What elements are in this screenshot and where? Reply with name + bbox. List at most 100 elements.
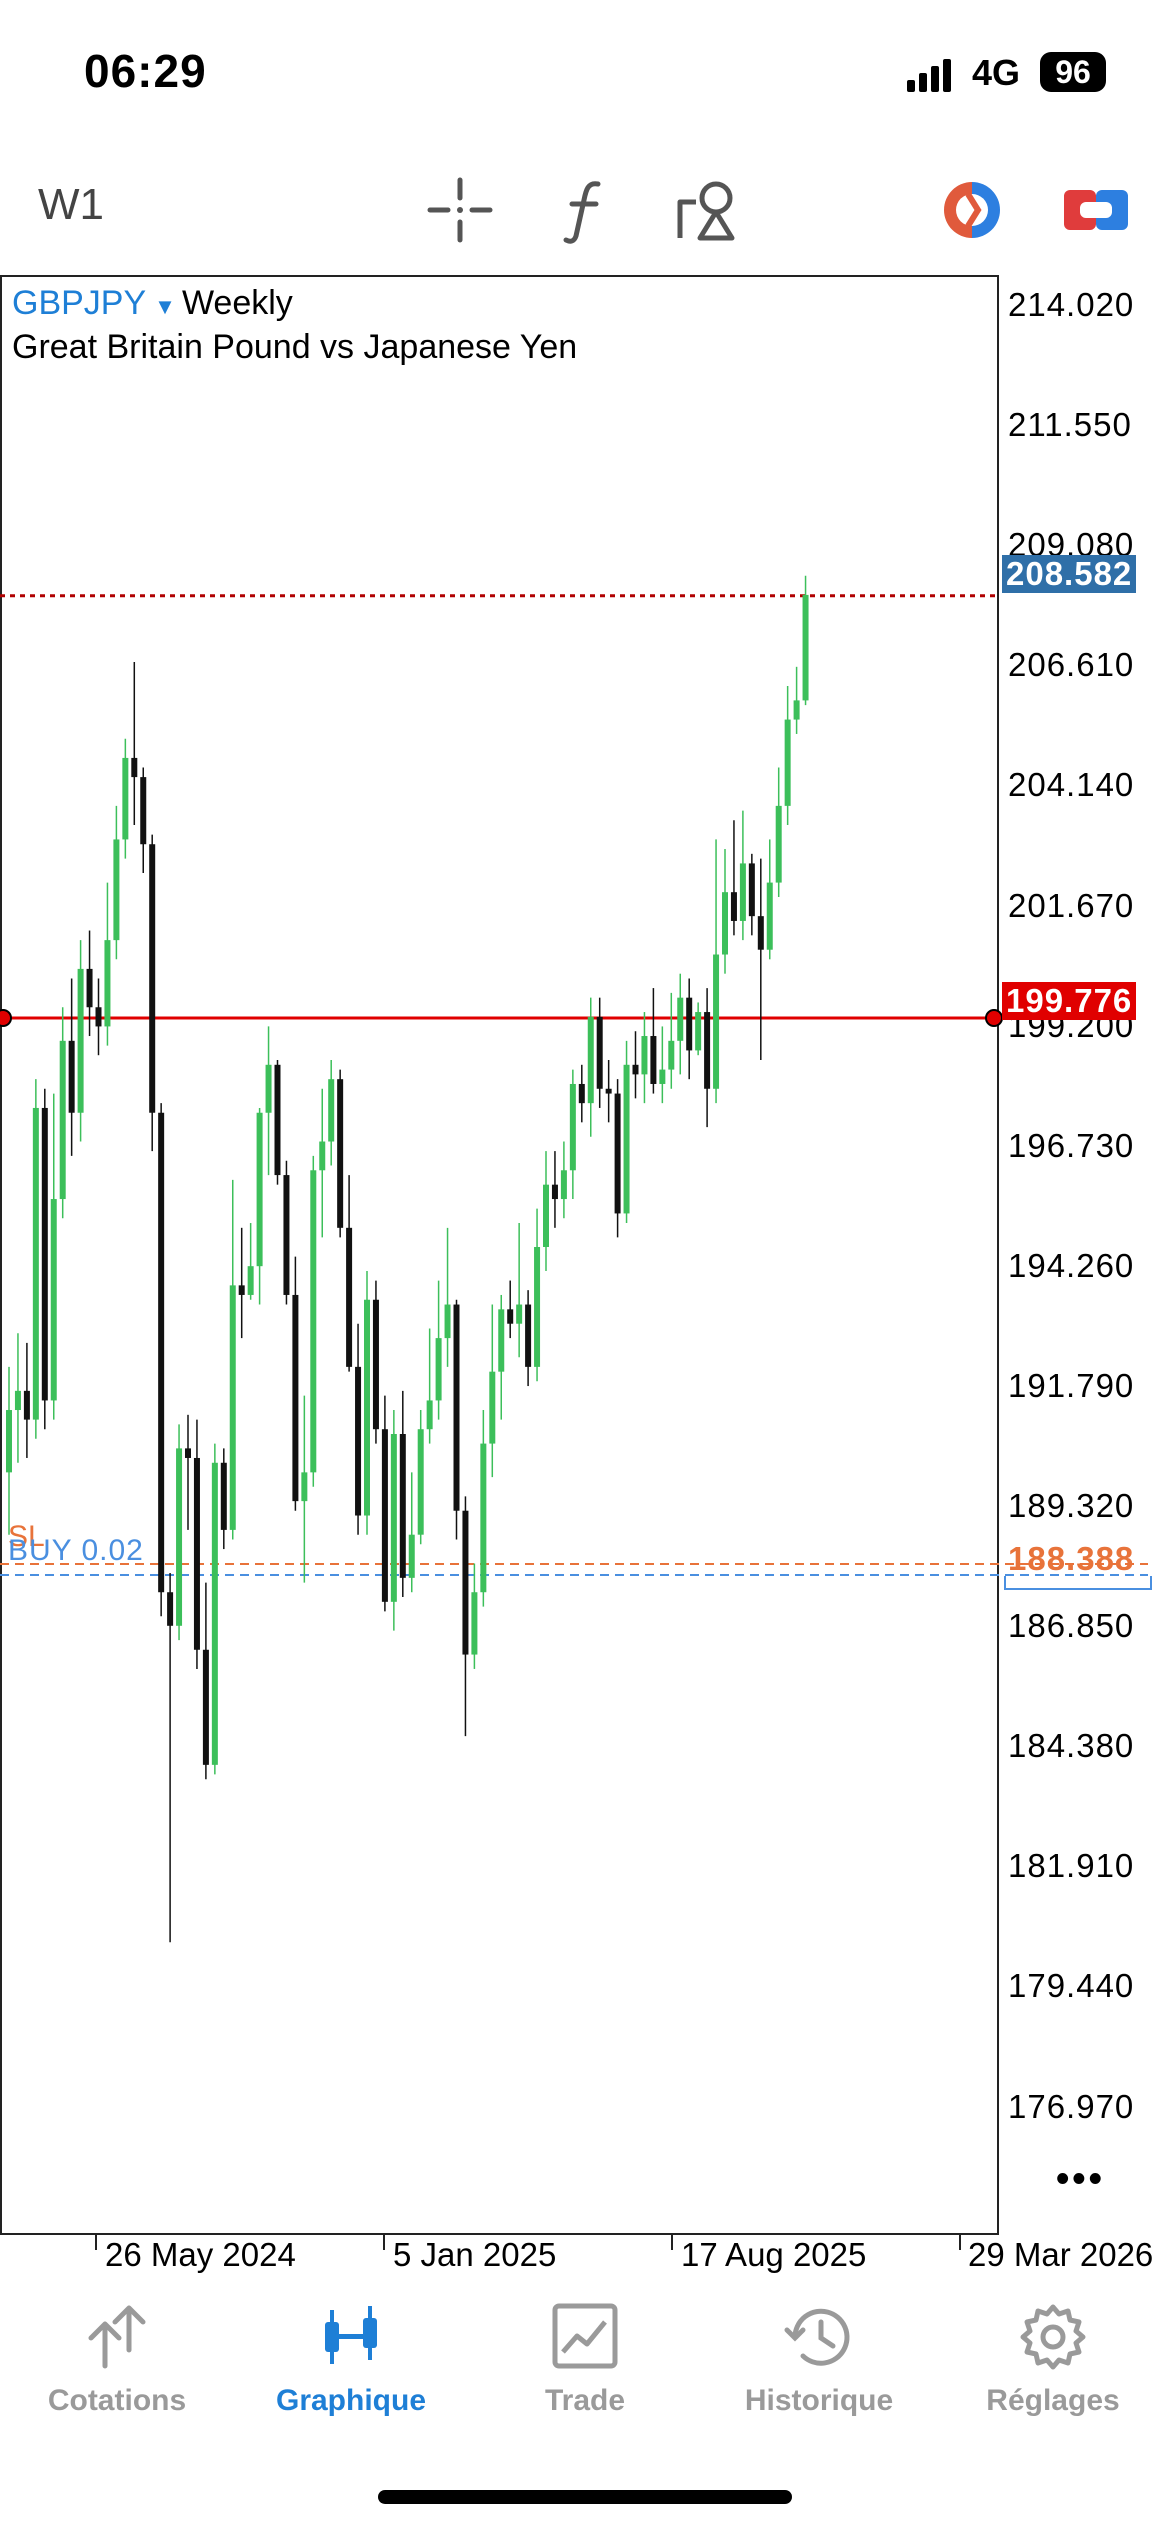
candle-body: [310, 1170, 317, 1473]
buy-price-tag[interactable]: [1004, 1576, 1152, 1590]
tab-graphique[interactable]: Graphique: [234, 2302, 468, 2422]
candle: [113, 805, 120, 960]
symbol-header: GBPJPY ▼ Weekly: [12, 284, 293, 323]
candle-body: [534, 1247, 541, 1367]
candle: [390, 1410, 397, 1631]
candle-body: [623, 1064, 630, 1214]
candle: [104, 882, 111, 1046]
candle: [677, 973, 684, 1075]
price-scale-label: 194.260: [1008, 1246, 1135, 1284]
candle-body: [596, 1016, 603, 1089]
candle: [140, 767, 147, 873]
tab-trade[interactable]: Trade: [468, 2302, 702, 2422]
candle-body: [578, 1083, 585, 1104]
candle-body: [50, 1199, 57, 1401]
candle: [587, 997, 594, 1137]
candle: [238, 1227, 245, 1339]
candle-body: [713, 954, 720, 1089]
candle: [211, 1443, 218, 1775]
candle-body: [372, 1299, 379, 1430]
price-scale-label: 184.380: [1008, 1727, 1135, 1765]
candle: [131, 662, 138, 826]
candle-body: [176, 1448, 183, 1626]
candle-body: [739, 863, 746, 921]
candle-body: [113, 839, 120, 941]
candle: [543, 1151, 549, 1271]
candle: [551, 1151, 558, 1228]
candle-body: [677, 997, 684, 1041]
candle-body: [256, 1112, 263, 1267]
candle: [328, 1060, 335, 1166]
candle: [435, 1280, 442, 1420]
candle-body: [158, 1112, 165, 1593]
tab-reglages[interactable]: Réglages: [936, 2302, 1170, 2422]
tab-label: Graphique: [275, 2384, 426, 2417]
alert-handle-right[interactable]: [985, 1008, 1003, 1027]
candle-body: [686, 997, 693, 1051]
position-label[interactable]: BUY 0.02: [8, 1534, 144, 1568]
candle-body: [435, 1338, 442, 1401]
candle-body: [337, 1079, 344, 1228]
alert-handle-left[interactable]: [0, 1008, 12, 1027]
candle: [417, 1410, 424, 1545]
candle-body: [408, 1534, 415, 1578]
price-scale-label: 204.140: [1008, 766, 1135, 804]
price-scale-label: 201.670: [1008, 886, 1135, 924]
candle-body: [802, 594, 809, 701]
candle: [381, 1395, 388, 1612]
candle-body: [292, 1294, 299, 1502]
candle-body: [14, 1390, 21, 1411]
price-scale-label: 214.020: [1008, 286, 1135, 323]
candle: [659, 1026, 666, 1104]
stop-loss-price-tag[interactable]: 188.388: [1008, 1540, 1134, 1578]
candle: [560, 1141, 567, 1219]
candle-body: [453, 1304, 460, 1511]
candle: [86, 930, 93, 1037]
candle: [408, 1472, 415, 1593]
candle-body: [32, 1107, 39, 1420]
candle-body: [444, 1304, 451, 1339]
price-scale-label: 181.910: [1008, 1847, 1135, 1885]
candle: [59, 1007, 66, 1219]
candle: [32, 1079, 39, 1439]
candle: [41, 1088, 48, 1430]
candle: [802, 575, 809, 706]
dropdown-caret-icon[interactable]: ▼: [154, 294, 176, 319]
candle: [372, 1280, 379, 1444]
alert-price-tag[interactable]: 199.776: [1002, 982, 1137, 1020]
candle: [14, 1333, 21, 1463]
price-scale-label: 211.550: [1008, 406, 1132, 444]
gear-icon: [1020, 2304, 1086, 2370]
price-scale-label: 189.320: [1008, 1487, 1135, 1524]
more-options-button[interactable]: •••: [1056, 2158, 1105, 2201]
candle: [193, 1419, 200, 1669]
date-label: 5 Jan 2025: [393, 2236, 557, 2273]
candle: [77, 940, 84, 1142]
tab-historique[interactable]: Historique: [702, 2302, 936, 2422]
candle: [274, 1060, 281, 1185]
candle: [346, 1175, 353, 1372]
candle: [650, 988, 657, 1094]
candle: [319, 1088, 326, 1238]
candle: [695, 1002, 702, 1056]
candle: [739, 810, 746, 941]
candle: [462, 1496, 469, 1737]
symbol-selector[interactable]: GBPJPY: [12, 284, 146, 322]
candle-body: [193, 1457, 200, 1650]
candle-body: [122, 757, 129, 840]
candle-body: [23, 1390, 30, 1420]
candle: [355, 1323, 362, 1535]
candle-body: [525, 1304, 532, 1367]
candle-body: [614, 1093, 621, 1214]
candle-body: [301, 1472, 308, 1502]
tab-cotations[interactable]: Cotations: [0, 2302, 234, 2422]
candle-body: [211, 1462, 218, 1765]
candle: [265, 1026, 272, 1176]
candle: [614, 1079, 621, 1238]
candle-body: [722, 892, 728, 955]
candle: [229, 1179, 236, 1540]
candle: [167, 1573, 174, 1943]
candle-body: [632, 1064, 639, 1075]
home-indicator: [378, 2490, 792, 2504]
candle: [668, 992, 675, 1089]
